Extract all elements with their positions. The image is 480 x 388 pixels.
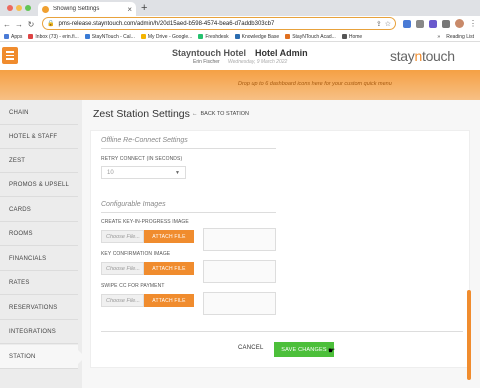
main-content: Zest Station Settings ← BACK TO STATION … <box>82 100 480 388</box>
chevron-down-icon: ▼ <box>175 170 180 176</box>
window-controls <box>7 5 31 11</box>
page-title: Zest Station Settings <box>93 108 190 120</box>
calendar-icon <box>84 34 90 39</box>
sidebar: CHAIN HOTEL & STAFF ZEST PROMOS & UPSELL… <box>0 100 85 388</box>
hotel-name: Stayntouch Hotel <box>172 48 247 58</box>
offline-reconnect-heading: Offline Re-Connect Settings <box>101 137 188 144</box>
bookmark-apps[interactable]: Apps <box>4 34 22 40</box>
create-key-image-label: CREATE KEY-IN-PROGRESS IMAGE <box>101 219 189 225</box>
app-header: Stayntouch Hotel Hotel Admin Erin Fische… <box>0 42 480 70</box>
freshdesk-icon <box>198 34 204 39</box>
academy-icon <box>285 34 291 39</box>
extension-icons: ⋮ <box>403 19 477 28</box>
share-icon[interactable]: ⇪ <box>376 20 382 28</box>
settings-card: Offline Re-Connect Settings RETRY CONNEC… <box>90 130 470 368</box>
hamburger-menu-icon[interactable] <box>2 47 18 64</box>
bookmark-calendar[interactable]: StayNTouch - Cal... <box>84 34 135 40</box>
minimize-window-button[interactable] <box>16 5 22 11</box>
close-window-button[interactable] <box>7 5 13 11</box>
more-menu-icon[interactable]: ⋮ <box>469 19 477 28</box>
maximize-window-button[interactable] <box>25 5 31 11</box>
drive-icon <box>140 34 146 39</box>
bookmarks-right: » Reading List <box>437 34 474 40</box>
key-confirmation-attach-button[interactable]: ATTACH FILE <box>144 262 194 275</box>
reload-icon[interactable]: ↻ <box>26 20 36 29</box>
bookmarks-overflow-icon[interactable]: » <box>437 34 440 40</box>
sidebar-item-zest[interactable]: ZEST <box>0 149 78 173</box>
sidebar-item-hotel-staff[interactable]: HOTEL & STAFF <box>0 125 78 149</box>
back-to-station-label: BACK TO STATION <box>200 111 250 117</box>
create-key-image-preview <box>203 228 276 251</box>
gmail-icon <box>28 34 34 39</box>
key-confirmation-image-preview <box>203 260 276 283</box>
screen: Showing Settings × + ← → ↻ 🔒 pms-release… <box>0 0 480 388</box>
url-text: pms-release.stayntouch.com/admin/h/20d15… <box>58 20 275 27</box>
browser-tab[interactable]: Showing Settings × <box>38 2 136 16</box>
swipe-cc-image-label: SWIPE CC FOR PAYMENT <box>101 283 165 289</box>
configurable-images-heading: Configurable Images <box>101 201 166 208</box>
swipe-cc-attach-button[interactable]: ATTACH FILE <box>144 294 194 307</box>
sidebar-item-station[interactable]: STATION <box>0 345 85 369</box>
sidebar-item-promos-upsell[interactable]: PROMOS & UPSELL <box>0 173 78 197</box>
divider <box>101 331 463 332</box>
sidebar-item-cards[interactable]: CARDS <box>0 198 78 222</box>
bookmark-drive[interactable]: My Drive - Google... <box>140 34 192 40</box>
admin-title: Hotel Admin <box>255 48 308 58</box>
user-name: Erin Fischer <box>193 59 220 65</box>
home-icon <box>341 34 347 39</box>
sidebar-item-integrations[interactable]: INTEGRATIONS <box>0 320 78 344</box>
tab-close-icon[interactable]: × <box>127 5 132 14</box>
browser-tab-bar: Showing Settings × + <box>0 0 480 16</box>
puzzle-icon[interactable] <box>442 19 450 28</box>
bookmark-inbox[interactable]: Inbox (73) - erin.fi... <box>28 34 79 40</box>
sidebar-item-reservations[interactable]: RESERVATIONS <box>0 296 78 320</box>
bookmarks-bar: Apps Inbox (73) - erin.fi... StayNTouch … <box>0 32 480 42</box>
back-to-station-link[interactable]: ← BACK TO STATION <box>192 111 249 117</box>
key-confirmation-image-label: KEY CONFIRMATION IMAGE <box>101 251 171 257</box>
bookmark-home[interactable]: Home <box>341 34 362 40</box>
cancel-button[interactable]: CANCEL <box>238 345 264 351</box>
bookmark-knowledge-base[interactable]: Knowledge Base <box>234 34 279 40</box>
create-key-attach-button[interactable]: ATTACH FILE <box>144 230 194 243</box>
favicon-icon <box>42 5 49 13</box>
profile-avatar[interactable] <box>455 19 464 28</box>
extension-icon[interactable] <box>403 19 411 28</box>
extension-icon[interactable] <box>429 19 437 28</box>
address-bar[interactable]: 🔒 pms-release.stayntouch.com/admin/h/20d… <box>42 17 396 30</box>
pointer-cursor-icon: ☛ <box>328 346 336 355</box>
sidebar-item-rates[interactable]: RATES <box>0 271 78 295</box>
swipe-cc-image-preview <box>203 292 276 315</box>
lock-icon: 🔒 <box>47 21 55 27</box>
knowledge-base-icon <box>234 34 240 39</box>
save-changes-button[interactable]: SAVE CHANGES <box>274 342 334 357</box>
stayntouch-logo: stayntouch <box>390 48 455 64</box>
business-date: Wednesday, 9 March 2022 <box>228 59 288 65</box>
scrollbar[interactable] <box>467 290 471 380</box>
create-key-file-input[interactable]: Choose File... <box>101 230 144 243</box>
apps-grid-icon <box>4 34 9 39</box>
sidebar-item-financials[interactable]: FINANCIALS <box>0 247 78 271</box>
retry-connect-select[interactable]: 10 ▼ <box>101 166 186 179</box>
retry-connect-label: RETRY CONNECT (IN SECONDS) <box>101 156 183 162</box>
divider <box>101 148 276 149</box>
sidebar-item-rooms[interactable]: ROOMS <box>0 222 78 246</box>
bookmark-star-icon[interactable]: ☆ <box>385 20 391 28</box>
dropzone-hint: Drop up to 6 dashboard icons here for yo… <box>238 81 392 87</box>
key-confirmation-file-input[interactable]: Choose File... <box>101 262 144 275</box>
bookmark-academy[interactable]: StayNTouch Acad... <box>285 34 336 40</box>
back-arrow-icon: ← <box>192 111 198 117</box>
divider <box>101 212 276 213</box>
quick-menu-dropzone[interactable]: Drop up to 6 dashboard icons here for yo… <box>0 70 480 100</box>
retry-connect-value: 10 <box>107 169 114 176</box>
reading-list-button[interactable]: Reading List <box>446 34 474 40</box>
new-tab-icon[interactable]: + <box>141 2 147 14</box>
bookmark-freshdesk[interactable]: Freshdesk <box>198 34 229 40</box>
browser-toolbar: ← → ↻ 🔒 pms-release.stayntouch.com/admin… <box>0 16 480 32</box>
extension-icon[interactable] <box>416 19 424 28</box>
tab-title: Showing Settings <box>53 6 100 12</box>
sidebar-item-chain[interactable]: CHAIN <box>0 101 78 125</box>
swipe-cc-file-input[interactable]: Choose File... <box>101 294 144 307</box>
forward-arrow-icon[interactable]: → <box>14 20 24 29</box>
back-arrow-icon[interactable]: ← <box>2 20 12 29</box>
